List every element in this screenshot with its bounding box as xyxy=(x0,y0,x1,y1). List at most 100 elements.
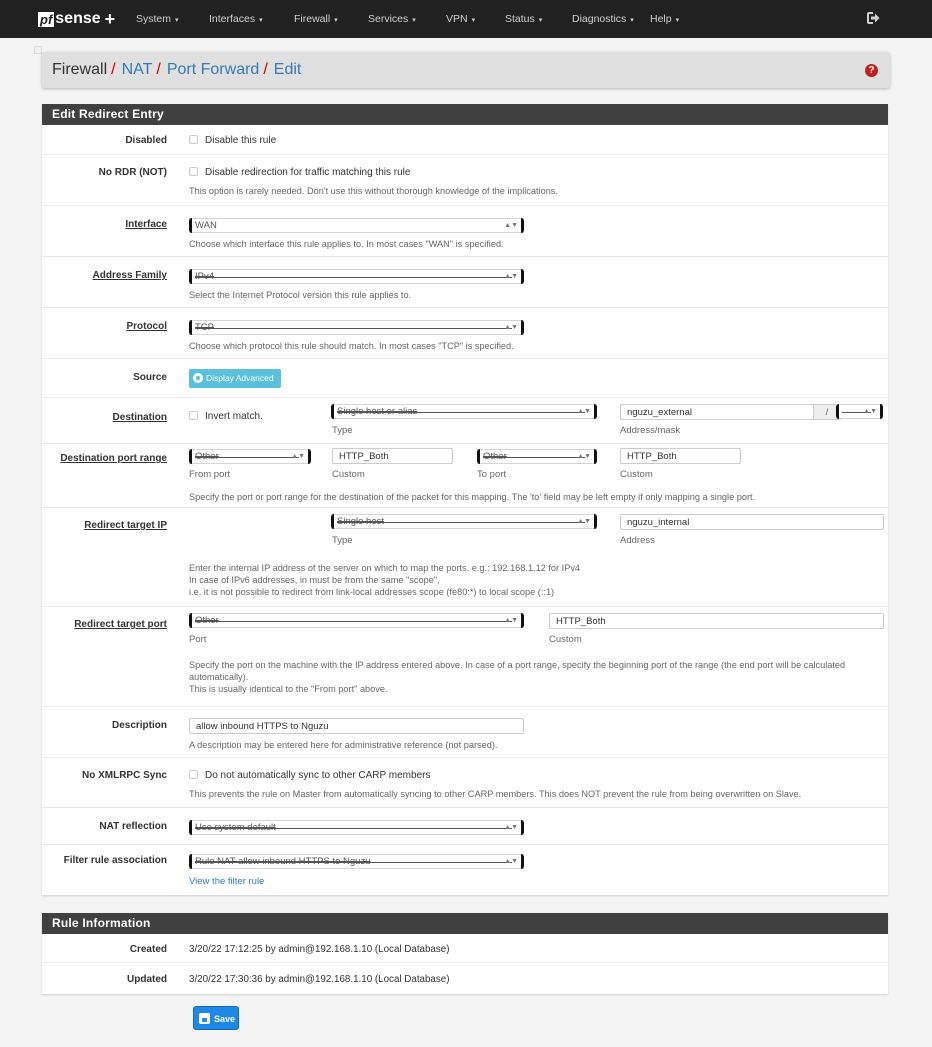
label-created: Created xyxy=(129,944,167,955)
redirect-port-custom-sub: Custom xyxy=(549,634,582,645)
select-arrows-icon: ▲▼ xyxy=(577,453,591,460)
nav-menu-vpn[interactable]: VPN ▾ xyxy=(446,13,475,25)
label-address-family[interactable]: Address Family xyxy=(42,270,167,281)
description-input[interactable] xyxy=(189,718,524,734)
nav-menu-label: Diagnostics xyxy=(572,13,627,25)
no-xmlrpc-checkbox-group: Do not automatically sync to other CARP … xyxy=(189,770,430,781)
nav-menu-status[interactable]: Status ▾ xyxy=(505,13,542,25)
disabled-checkbox-group: Disable this rule xyxy=(189,135,276,146)
nat-reflection-select[interactable]: Use system default ▲▼ xyxy=(189,820,524,835)
nav-menu-diagnostics[interactable]: Diagnostics ▾ xyxy=(572,13,634,25)
row-address-family: Address Family IPv4 ▲▼ Select the Interne… xyxy=(42,257,888,308)
label-destination-port-range[interactable]: Destination port range xyxy=(42,453,167,464)
select-arrows-icon: ▲▼ xyxy=(504,858,518,865)
interface-help: Choose which interface this rule applies… xyxy=(189,239,504,249)
redirect-port-custom-input[interactable] xyxy=(549,613,884,629)
sign-out-icon[interactable] xyxy=(866,11,880,25)
row-no-xmlrpc: No XMLRPC Sync Do not automatically sync… xyxy=(42,758,888,808)
rule-information-panel: Rule Information Created 3/20/22 17:12:2… xyxy=(42,913,888,994)
view-filter-rule-link[interactable]: View the filter rule xyxy=(189,876,264,887)
from-port-custom-input[interactable] xyxy=(332,448,453,464)
no-xmlrpc-checkbox-label: Do not automatically sync to other CARP … xyxy=(205,770,431,781)
invert-match-checkbox[interactable] xyxy=(189,411,198,420)
no-rdr-checkbox-label: Disable redirection for traffic matching… xyxy=(205,167,411,178)
row-description: Description A description may be entered… xyxy=(42,707,888,758)
nav-menu-label: Interfaces xyxy=(209,13,256,25)
redirect-port-sub: Port xyxy=(189,634,207,645)
redirect-ip-type-select[interactable]: Single host ▲▼ xyxy=(331,514,597,529)
label-destination[interactable]: Destination xyxy=(42,412,167,423)
from-port-select[interactable]: Other ▲▼ xyxy=(189,449,311,464)
redirect-port-help-line: Specify the port on the machine with the… xyxy=(189,660,846,682)
label-updated: Updated xyxy=(127,974,167,985)
save-icon xyxy=(199,1013,210,1024)
row-destination: Destination Invert match. Single host or… xyxy=(42,398,888,444)
interface-select[interactable]: WAN ▲▼ xyxy=(189,218,524,233)
nav-menu-label: Services xyxy=(368,13,409,25)
no-xmlrpc-checkbox[interactable] xyxy=(189,770,198,779)
redirect-ip-help: Enter the internal IP address of the ser… xyxy=(189,562,580,598)
no-rdr-checkbox-group: Disable redirection for traffic matching… xyxy=(189,167,410,178)
label-protocol[interactable]: Protocol xyxy=(42,321,167,332)
label-redirect-target-port[interactable]: Redirect target port xyxy=(42,619,167,630)
select-arrows-icon: ▲▼ xyxy=(504,617,518,624)
row-created: Created 3/20/22 17:12:25 by admin@192.16… xyxy=(42,934,888,963)
breadcrumb-edit[interactable]: Edit xyxy=(274,61,302,79)
caret-down-icon: ▾ xyxy=(675,17,680,24)
invert-match-group: Invert match. xyxy=(189,411,263,422)
filter-rule-select[interactable]: Rule NAT allow inbound HTTPS to Nguzu ▲▼ xyxy=(189,854,524,869)
caret-down-icon: ▾ xyxy=(538,17,543,24)
label-nat-reflection: NAT reflection xyxy=(99,821,167,832)
to-port-custom-sub: Custom xyxy=(620,469,653,480)
destination-type-select[interactable]: Single host or alias ▲▼ xyxy=(331,404,597,419)
nav-menu-services[interactable]: Services ▾ xyxy=(368,13,416,25)
caret-down-icon: ▾ xyxy=(259,17,263,24)
top-navbar: pf sense + System ▾ Interfaces ▾ Firewall ▾ Se… xyxy=(0,0,932,38)
select-arrows-icon: ▲▼ xyxy=(863,408,877,415)
select-arrows-icon: ▲▼ xyxy=(504,222,518,229)
redirect-ip-type-sub: Type xyxy=(332,535,353,546)
disable-rule-checkbox[interactable] xyxy=(189,135,198,144)
display-advanced-button[interactable]: Display Advanced xyxy=(189,369,281,388)
no-rdr-checkbox[interactable] xyxy=(189,167,198,176)
breadcrumb-port-forward[interactable]: Port Forward xyxy=(167,61,259,79)
help-icon[interactable]: ? xyxy=(865,64,878,77)
description-help: A description may be entered here for ad… xyxy=(189,740,498,750)
page-corner-mark xyxy=(34,46,42,54)
breadcrumb-nat[interactable]: NAT xyxy=(122,61,153,79)
nav-menu-label: VPN xyxy=(446,13,468,25)
label-description: Description xyxy=(111,720,167,731)
caret-down-icon: ▾ xyxy=(471,17,476,24)
protocol-select[interactable]: TCP ▲▼ xyxy=(189,320,524,335)
label-interface[interactable]: Interface xyxy=(42,219,167,230)
interface-value: WAN xyxy=(195,220,217,231)
row-redirect-target-ip: Redirect target IP Single host▲▼ Type Ad… xyxy=(42,508,888,607)
save-button[interactable]: Save xyxy=(193,1006,239,1030)
label-redirect-target-ip[interactable]: Redirect target IP xyxy=(42,520,167,531)
redirect-ip-help-line: In case of IPv6 addresses, in must be fr… xyxy=(189,575,440,585)
select-arrows-icon: ▲▼ xyxy=(504,824,518,831)
nav-menu-system[interactable]: System ▾ xyxy=(136,13,179,25)
nav-menu-help[interactable]: Help ▾ xyxy=(650,13,679,25)
redirect-ip-address-sub: Address xyxy=(620,535,655,546)
breadcrumb-separator: / xyxy=(263,61,268,78)
nav-menu-firewall[interactable]: Firewall ▾ xyxy=(294,13,338,25)
nav-menu-label: Status xyxy=(505,13,535,25)
redirect-port-select[interactable]: Other ▲▼ xyxy=(189,613,524,628)
address-family-select[interactable]: IPv4 ▲▼ xyxy=(189,269,524,284)
select-arrows-icon: ▲▼ xyxy=(504,273,518,280)
to-port-select[interactable]: Other ▲▼ xyxy=(477,449,597,464)
from-port-sub: From port xyxy=(189,469,231,480)
select-arrows-icon: ▲▼ xyxy=(291,453,305,460)
nav-menu-interfaces[interactable]: Interfaces ▾ xyxy=(209,13,263,25)
destination-mask-select[interactable]: ▲▼ xyxy=(836,404,883,419)
label-source: Source xyxy=(133,372,167,383)
redirect-ip-address-input[interactable] xyxy=(620,514,884,530)
edit-redirect-panel: Edit Redirect Entry Disabled Disable thi… xyxy=(42,104,888,895)
pfsense-logo[interactable]: pf sense + xyxy=(38,9,115,29)
logo-pf: pf xyxy=(38,11,55,27)
row-disabled: Disabled Disable this rule xyxy=(42,125,888,155)
destination-address-input[interactable] xyxy=(620,404,814,420)
caret-down-icon: ▾ xyxy=(175,17,179,24)
to-port-custom-input[interactable] xyxy=(620,448,741,464)
